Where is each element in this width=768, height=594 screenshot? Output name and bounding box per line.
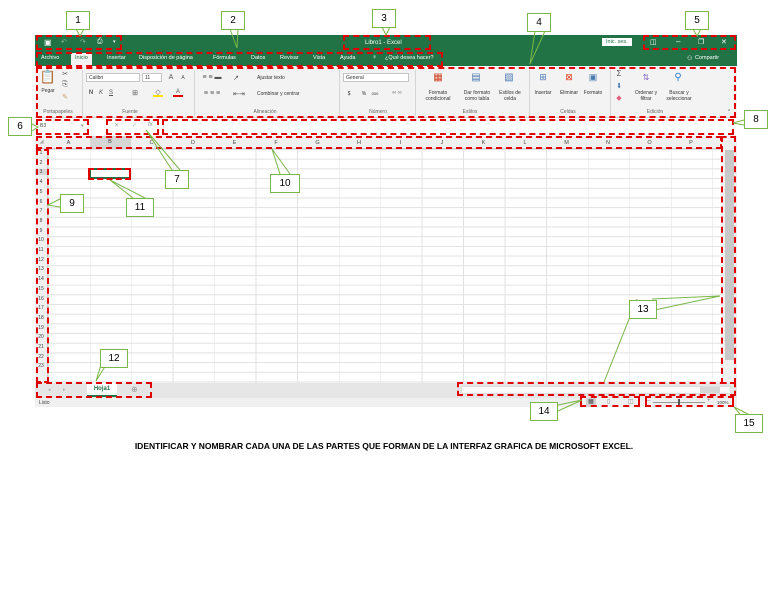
callout-3: 3 (372, 9, 396, 28)
callout-6: 6 (8, 117, 32, 136)
callout-leaders (31, 26, 749, 415)
callout-13: 13 (629, 300, 657, 319)
callout-5: 5 (685, 11, 709, 30)
callout-7: 7 (165, 170, 189, 189)
callout-14: 14 (530, 402, 558, 421)
callout-2: 2 (221, 11, 245, 30)
callout-12: 12 (100, 349, 128, 368)
callout-4: 4 (527, 13, 551, 32)
callout-1: 1 (66, 11, 90, 30)
callout-8: 8 (744, 110, 768, 129)
callout-11: 11 (126, 198, 154, 217)
callout-9: 9 (60, 194, 84, 213)
caption: IDENTIFICAR Y NOMBRAR CADA UNA DE LAS PA… (134, 441, 634, 451)
callout-15: 15 (735, 414, 763, 433)
callout-10: 10 (270, 174, 300, 193)
